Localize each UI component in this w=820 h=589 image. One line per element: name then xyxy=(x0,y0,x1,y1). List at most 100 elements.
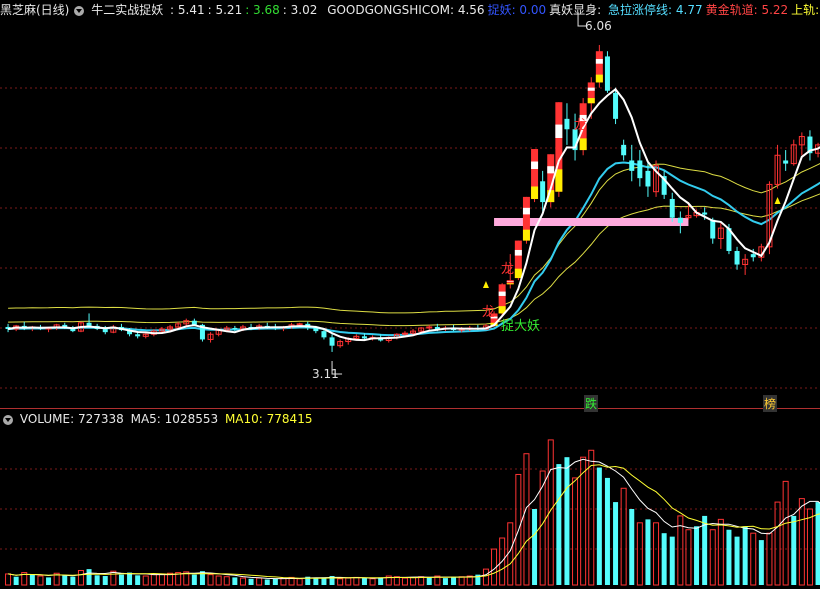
volume-bar xyxy=(645,519,651,585)
volume-bar xyxy=(345,577,352,586)
volume-bar xyxy=(86,569,92,585)
volume-bar xyxy=(207,574,214,586)
volume-bar xyxy=(709,529,716,586)
volume-bar xyxy=(361,578,367,585)
rank-badge[interactable]: 榜 xyxy=(763,395,778,412)
candle-body xyxy=(313,328,319,332)
volume-value: 727338 xyxy=(77,412,124,426)
volume-bar xyxy=(702,515,708,585)
ma5-value: 1028553 xyxy=(164,412,219,426)
candle-stripe xyxy=(587,87,595,91)
volume-bar xyxy=(653,522,660,586)
volume-bar xyxy=(256,577,263,586)
up-arrow-icon xyxy=(774,197,781,204)
candle-body xyxy=(783,160,789,164)
dragon-label: 龙 xyxy=(482,305,496,320)
volume-bar xyxy=(150,574,157,586)
volume-bar xyxy=(272,578,278,585)
volume-bar xyxy=(604,477,610,585)
candle-body xyxy=(361,336,367,339)
volume-bar xyxy=(135,575,141,585)
volume-bar xyxy=(572,477,579,586)
volume-bar xyxy=(127,572,133,585)
volume-bar xyxy=(426,577,432,585)
volume-bar xyxy=(70,576,76,585)
volume-bar xyxy=(791,515,797,585)
candle-stripe xyxy=(531,186,539,199)
fall-badge[interactable]: 跌 xyxy=(584,395,599,412)
volume-bar xyxy=(636,522,643,586)
volume-bar xyxy=(232,577,238,585)
volume-bar xyxy=(694,526,700,585)
volume-bar xyxy=(774,501,781,586)
trend-line xyxy=(8,161,820,337)
volume-bar xyxy=(458,576,465,586)
candle-stripe xyxy=(579,138,587,151)
volume-bar xyxy=(118,574,124,585)
volume-bar xyxy=(629,509,635,585)
candle-body xyxy=(677,217,683,223)
volume-header: VOLUME: 727338 MA5: 1028553 MA10: 778415 xyxy=(0,408,820,429)
candle-body xyxy=(564,118,570,130)
volume-bar xyxy=(401,577,408,586)
volume-bar xyxy=(337,578,344,586)
volume-bar xyxy=(62,575,68,585)
volume-bar xyxy=(77,569,84,586)
candle-stripe xyxy=(555,124,563,138)
volume-bar xyxy=(669,536,675,585)
volume-bar xyxy=(564,457,570,585)
upper-band-line xyxy=(8,162,820,314)
candle-stripe xyxy=(531,161,539,170)
candle-body xyxy=(702,212,708,215)
volume-bar xyxy=(369,578,376,586)
catch-label: 捉大妖 xyxy=(501,319,541,334)
candle-body xyxy=(321,331,327,338)
volume-bar xyxy=(613,502,619,585)
volume-bar xyxy=(223,576,230,586)
volume-bar xyxy=(734,536,740,585)
candle-stripe xyxy=(547,166,555,174)
candle-stripe xyxy=(506,281,514,282)
volume-bar xyxy=(46,577,52,585)
candle-body xyxy=(750,254,756,258)
candle-stripe xyxy=(522,207,530,215)
ma-white-line xyxy=(7,87,820,342)
volume-bar xyxy=(353,576,360,586)
volume-bar xyxy=(766,532,773,586)
candle-body xyxy=(621,144,627,156)
volume-bar xyxy=(264,579,270,585)
volume-bar xyxy=(13,576,19,585)
dragon-label: 龙 xyxy=(501,262,515,277)
candle-stripe xyxy=(555,169,563,192)
candle-body xyxy=(629,160,635,171)
ma10-label: MA10: xyxy=(224,412,263,426)
candle-stripe xyxy=(522,229,530,241)
volume-bar xyxy=(482,568,489,586)
dropdown-circle-icon[interactable] xyxy=(3,414,13,425)
ma5-label: MA5: xyxy=(130,412,161,426)
volume-bar xyxy=(442,578,448,585)
candle-body xyxy=(710,219,716,239)
candle-body xyxy=(135,334,141,337)
volume-bar xyxy=(239,577,246,586)
volume-bar xyxy=(248,578,254,585)
up-arrow-icon xyxy=(482,281,489,288)
candle-body xyxy=(734,251,740,265)
volume-bar xyxy=(313,578,319,585)
low-price-label: 3.11 xyxy=(312,367,339,381)
candle-stripe xyxy=(595,74,603,83)
volume-bar xyxy=(523,453,530,586)
high-price-label: 6.06 xyxy=(585,19,612,33)
candle-stripe xyxy=(498,291,506,296)
candle-body xyxy=(669,198,675,218)
candle-body xyxy=(637,160,643,179)
volume-bar xyxy=(215,575,222,586)
ma10-value: 778415 xyxy=(266,412,313,426)
volume-bar xyxy=(191,574,197,585)
volume-bar xyxy=(102,576,108,585)
volume-bar xyxy=(451,577,457,585)
volume-bar xyxy=(158,573,165,586)
volume-bar xyxy=(532,509,538,585)
candle-body xyxy=(604,56,610,91)
candle-body xyxy=(329,337,335,346)
